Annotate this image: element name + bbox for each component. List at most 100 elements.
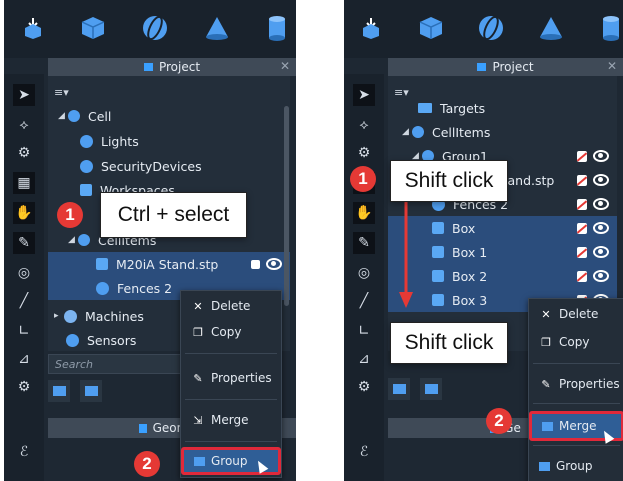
tree-item-box-1[interactable]: Box 1 — [388, 240, 617, 264]
lock-icon[interactable] — [577, 270, 587, 282]
menu-item-copy[interactable]: ❐ Copy — [181, 319, 281, 345]
menu-item-merge[interactable]: ⇲ Merge — [181, 407, 281, 433]
settings-icon[interactable]: ⚙ — [13, 376, 35, 398]
cylinder-icon[interactable] — [594, 11, 623, 45]
menu-item-delete[interactable]: ✕ Delete — [529, 301, 623, 327]
eye-icon[interactable] — [593, 222, 609, 234]
eye-icon[interactable] — [266, 258, 282, 270]
box-icon — [432, 294, 444, 306]
pick-icon[interactable]: ✎ — [13, 232, 35, 254]
pick-icon[interactable]: ✎ — [353, 232, 375, 254]
cone-icon[interactable] — [200, 11, 234, 45]
tree-bottom-toolbar — [388, 378, 442, 402]
menu-separator — [185, 399, 277, 400]
close-icon[interactable]: ✕ — [607, 59, 617, 73]
box-icon — [432, 222, 444, 234]
target-icon[interactable]: ◎ — [13, 262, 35, 284]
box-icon[interactable] — [414, 11, 448, 45]
menu-item-group[interactable]: Group — [181, 447, 281, 475]
pen-icon[interactable]: ╱ — [353, 290, 375, 312]
copy-icon: ❐ — [541, 335, 551, 349]
robot-icon[interactable]: ⚙ — [13, 142, 35, 164]
measure-icon[interactable]: ⊿ — [353, 348, 375, 370]
eye-icon[interactable] — [593, 270, 609, 282]
grid-icon[interactable]: ▦ — [13, 172, 35, 194]
axis-icon[interactable]: ∟ — [353, 320, 375, 342]
menu-item-properties[interactable]: ✎ Properties — [181, 365, 281, 391]
move-icon[interactable]: ⟡ — [353, 114, 375, 136]
curve-icon[interactable]: ℰ — [344, 432, 384, 472]
wrench-icon: ✎ — [193, 371, 203, 385]
eye-icon[interactable] — [593, 246, 609, 258]
tree-item-lights[interactable]: Lights — [48, 129, 290, 153]
lock-icon[interactable] — [577, 174, 587, 186]
folder-icon[interactable] — [48, 380, 70, 402]
shield-icon — [80, 159, 93, 173]
lock-icon[interactable] — [577, 150, 587, 162]
tree-item-targets[interactable]: Targets — [388, 96, 617, 120]
import-icon[interactable] — [16, 11, 50, 45]
eye-icon[interactable] — [593, 174, 609, 186]
geometry-icon — [138, 423, 147, 433]
tree-scrollbar[interactable] — [284, 106, 289, 306]
tree-item-m20ia-stand[interactable]: M20iA Stand.stp — [48, 252, 290, 276]
menu-item-delete[interactable]: ✕ Delete — [181, 293, 281, 319]
box-icon[interactable] — [76, 11, 110, 45]
tree-item-box[interactable]: Box — [388, 216, 617, 240]
select-arrow-icon[interactable]: ➤ — [353, 84, 375, 106]
robot-icon[interactable]: ⚙ — [353, 142, 375, 164]
pen-icon[interactable]: ╱ — [13, 290, 35, 312]
right-screenshot-panel: ➤ ⟡ ⚙ ▦ ✋ ✎ ◎ ╱ ∟ ⊿ ⚙ Project ✕ ≡▾ Targe… — [344, 0, 623, 481]
step-2-badge: 2 — [134, 451, 160, 477]
tree-item-box-2[interactable]: Box 2 — [388, 264, 617, 288]
tree-bottom-toolbar — [48, 380, 102, 404]
close-icon[interactable]: ✕ — [280, 59, 290, 73]
project-panel-header: Project ✕ — [388, 58, 623, 76]
sensor-icon — [66, 333, 79, 347]
merge-icon: ⇲ — [193, 413, 203, 427]
fence-icon — [96, 281, 109, 295]
folder-icon[interactable] — [80, 380, 102, 402]
box-icon — [432, 246, 444, 258]
left-tool-strip: ➤ ⟡ ⚙ ▦ ✋ ✎ ◎ ╱ ∟ ⊿ ⚙ — [4, 74, 44, 481]
import-icon[interactable] — [354, 11, 388, 45]
menu-icon[interactable]: ≡▾ — [54, 86, 69, 99]
move-icon[interactable]: ⟡ — [13, 114, 35, 136]
project-icon — [477, 63, 487, 71]
sphere-icon[interactable] — [138, 11, 172, 45]
copy-icon: ❐ — [193, 325, 203, 339]
axis-icon[interactable]: ∟ — [13, 320, 35, 342]
lock-icon[interactable] — [251, 259, 260, 269]
shift-click-callout-bottom: Shift click — [390, 322, 508, 364]
folder-icon[interactable] — [420, 378, 442, 400]
eye-icon[interactable] — [593, 198, 609, 210]
cell-icon — [68, 110, 80, 122]
tree-toolbar[interactable]: ≡▾ — [48, 80, 290, 104]
settings-icon[interactable]: ⚙ — [353, 376, 375, 398]
shift-click-callout-top: Shift click — [390, 160, 508, 202]
measure-icon[interactable]: ⊿ — [13, 348, 35, 370]
tree-item-securitydevices[interactable]: SecurityDevices — [48, 154, 290, 178]
eye-icon[interactable] — [593, 150, 609, 162]
sphere-icon[interactable] — [474, 11, 508, 45]
lock-icon[interactable] — [577, 246, 587, 258]
menu-item-properties[interactable]: ✎ Properties — [529, 371, 623, 397]
teach-icon[interactable]: ✋ — [353, 202, 375, 224]
cone-icon[interactable] — [534, 11, 568, 45]
cylinder-icon[interactable] — [260, 11, 294, 45]
lock-icon[interactable] — [577, 198, 587, 210]
menu-separator — [533, 445, 620, 446]
tree-item-cell[interactable]: ◢ Cell — [48, 104, 290, 128]
menu-item-copy[interactable]: ❐ Copy — [529, 329, 623, 355]
target-icon[interactable]: ◎ — [353, 262, 375, 284]
folder-icon[interactable] — [388, 378, 410, 400]
workspace-icon — [80, 184, 92, 196]
lock-icon[interactable] — [577, 222, 587, 234]
tree-item-cellitems[interactable]: ◢ CellItems — [388, 120, 617, 144]
select-arrow-icon[interactable]: ➤ — [13, 84, 35, 106]
teach-icon[interactable]: ✋ — [13, 202, 35, 224]
menu-item-group[interactable]: Group — [529, 453, 623, 479]
group-icon — [539, 461, 550, 471]
project-title: Project — [492, 60, 534, 74]
curve-icon[interactable]: ℰ — [4, 432, 44, 472]
